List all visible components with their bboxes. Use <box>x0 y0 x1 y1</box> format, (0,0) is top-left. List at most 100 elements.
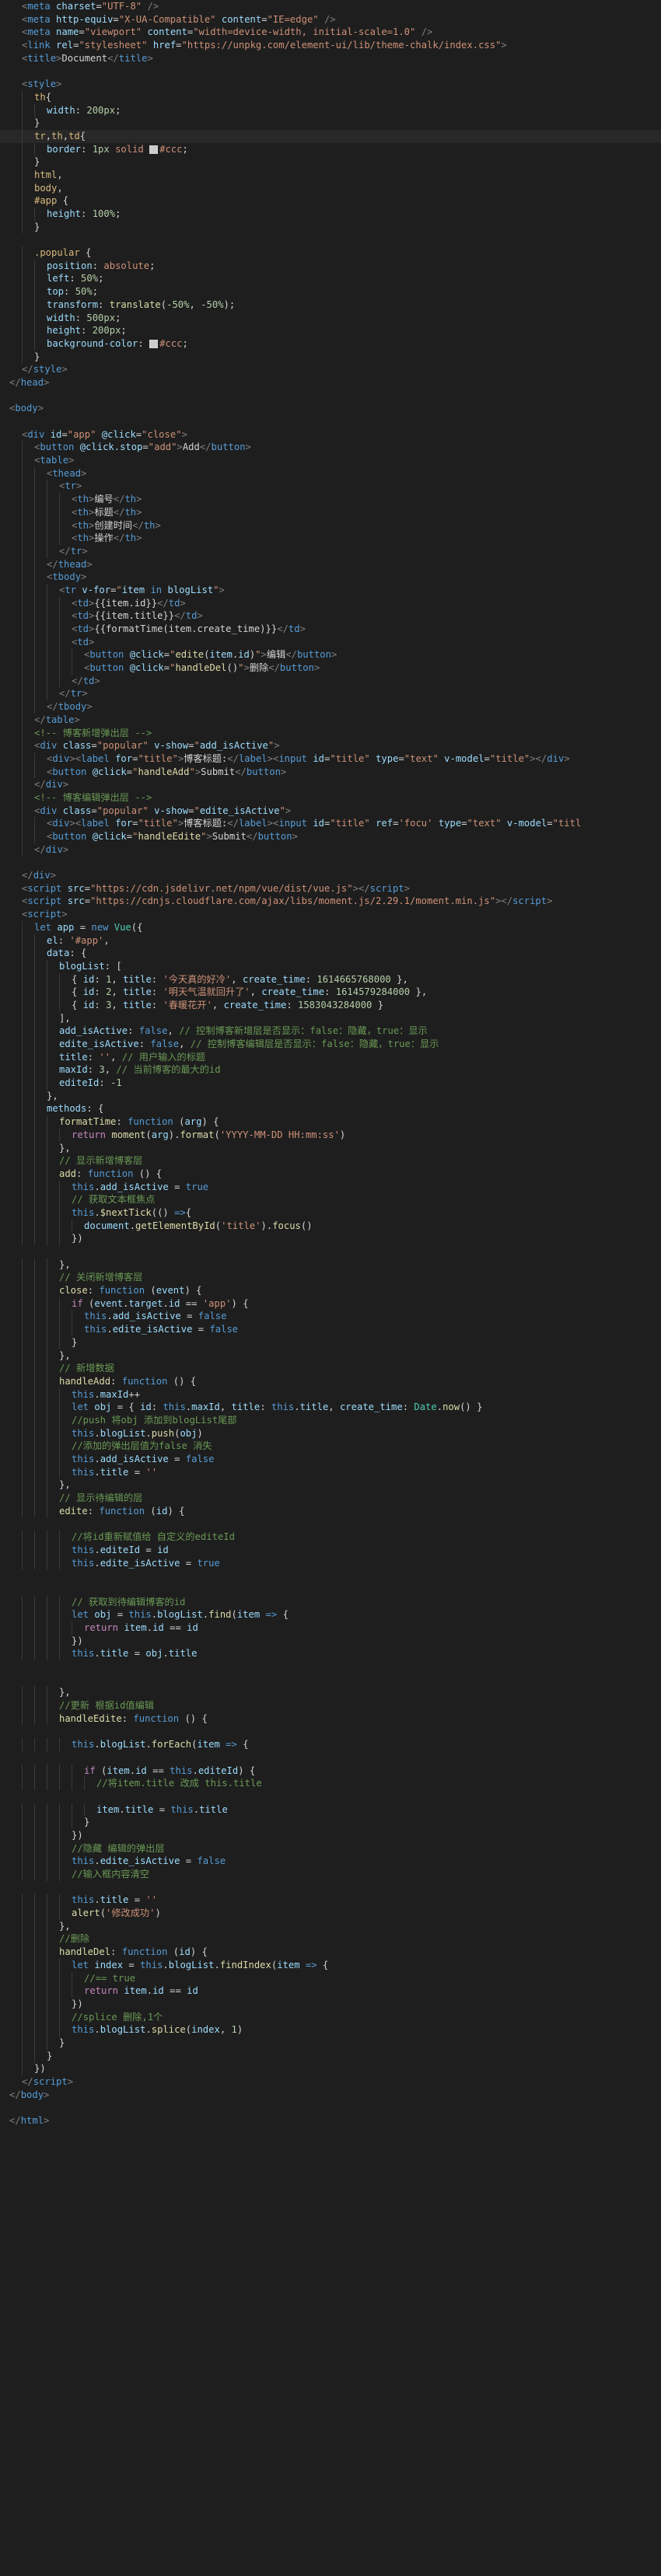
code-line[interactable]: <button @click="handleDel()">删除</button> <box>0 661 661 675</box>
code-line[interactable]: <div><label for="title">博客标题:</label><in… <box>0 752 661 766</box>
code-line[interactable]: //删除 <box>0 1932 661 1946</box>
code-line[interactable]: <meta name="viewport" content="width=dev… <box>0 26 661 39</box>
code-line[interactable]: // 关闭新增博客层 <box>0 1271 661 1285</box>
code-line[interactable]: this.editeId = id <box>0 1543 661 1557</box>
code-line[interactable]: <th>标题</th> <box>0 505 661 519</box>
code-line[interactable]: th{ <box>0 90 661 104</box>
code-line[interactable]: maxId: 3, // 当前博客的最大的id <box>0 1063 661 1077</box>
code-line[interactable]: </div> <box>0 778 661 791</box>
code-line[interactable]: </div> <box>0 843 661 857</box>
code-line[interactable]: } <box>0 1335 661 1349</box>
code-line[interactable]: <button @click.stop="add">Add</button> <box>0 441 661 455</box>
code-line[interactable]: methods: { <box>0 1102 661 1116</box>
code-line[interactable]: edite_isActive: false, // 控制博客编辑层是否显示：fa… <box>0 1038 661 1051</box>
code-line[interactable]: let obj = { id: this. maxId, title: this.… <box>0 1401 661 1414</box>
code-line[interactable] <box>0 1790 661 1803</box>
code-line[interactable]: //输入框内容清空 <box>0 1868 661 1881</box>
code-line[interactable] <box>0 389 661 403</box>
code-line[interactable]: <!-- 博客编辑弹出层 --> <box>0 791 661 805</box>
code-line[interactable]: <div><label for="title">博客标题:</label><in… <box>0 817 661 830</box>
code-line[interactable]: //更新 根据id值编辑 <box>0 1699 661 1712</box>
code-line[interactable]: alert('修改成功') <box>0 1907 661 1920</box>
code-line[interactable]: this.$nextTick(() =>{ <box>0 1206 661 1220</box>
code-line[interactable]: left: 50%; <box>0 272 661 286</box>
code-line[interactable]: title: '', // 用户输入的标题 <box>0 1050 661 1064</box>
code-line[interactable]: //将item.title 改成 this.title <box>0 1777 661 1790</box>
code-line[interactable]: <meta charset="UTF-8" /> <box>0 0 661 13</box>
code-line[interactable]: this.blogList.splice(index, 1) <box>0 2023 661 2037</box>
code-line[interactable]: // 显示新增博客层 <box>0 1154 661 1168</box>
code-line[interactable]: }) <box>0 1828 661 1842</box>
code-line[interactable] <box>0 1725 661 1738</box>
code-line[interactable]: this.edite_isActive = false <box>0 1323 661 1336</box>
code-line[interactable]: }, <box>0 1141 661 1155</box>
code-line[interactable]: </tr> <box>0 544 661 558</box>
code-line[interactable]: } <box>0 220 661 234</box>
code-line[interactable]: }, <box>0 1349 661 1363</box>
code-line[interactable]: height: 100%; <box>0 208 661 221</box>
code-line[interactable]: border: 1px solid #ccc; <box>0 142 661 156</box>
code-line[interactable]: //push 将obj 添加到blogList尾部 <box>0 1413 661 1427</box>
code-line[interactable]: </head> <box>0 376 661 389</box>
code-line[interactable]: <td> <box>0 635 661 649</box>
code-line[interactable]: //== true <box>0 1971 661 1985</box>
code-line[interactable]: <th>创建时间</th> <box>0 518 661 532</box>
code-line[interactable]: top: 50%; <box>0 285 661 298</box>
code-line[interactable]: </html> <box>0 2114 661 2127</box>
code-line[interactable]: <th>操作</th> <box>0 532 661 545</box>
code-line[interactable]: //splice 删除,1个 <box>0 2010 661 2024</box>
code-line[interactable] <box>0 233 661 246</box>
code-line[interactable]: body, <box>0 181 661 195</box>
code-line[interactable]: html, <box>0 168 661 182</box>
code-line[interactable]: </thead> <box>0 557 661 571</box>
code-line[interactable] <box>0 1517 661 1531</box>
code-line[interactable]: </tr> <box>0 687 661 701</box>
code-line[interactable]: tr,th,td{ <box>0 129 661 143</box>
code-line[interactable]: </td> <box>0 674 661 688</box>
code-line[interactable]: <script src="https://cdn.jsdelivr.net/np… <box>0 882 661 895</box>
code-line[interactable] <box>0 1583 661 1596</box>
code-line[interactable]: <tbody> <box>0 571 661 584</box>
code-line[interactable]: handleAdd: function () { <box>0 1374 661 1388</box>
code-line[interactable]: <button @click="handleAdd">Submit</butto… <box>0 765 661 779</box>
code-line[interactable]: <thead> <box>0 466 661 480</box>
code-line[interactable]: </table> <box>0 713 661 727</box>
code-line[interactable]: <div class="popular" v-show="edite_isAct… <box>0 804 661 818</box>
code-line[interactable]: blogList: [ <box>0 959 661 973</box>
code-line[interactable]: }) <box>0 1232 661 1245</box>
code-line[interactable]: // 获取文本框焦点 <box>0 1193 661 1206</box>
code-line[interactable]: <th>编号</th> <box>0 493 661 506</box>
code-line[interactable]: <script> <box>0 908 661 921</box>
code-line[interactable]: //将id重新赋值给 自定义的editeId <box>0 1531 661 1544</box>
code-line[interactable]: } <box>0 2049 661 2063</box>
code-line[interactable]: } <box>0 1816 661 1829</box>
code-line[interactable] <box>0 1660 661 1674</box>
code-line[interactable]: item.title = this.title <box>0 1803 661 1817</box>
code-line[interactable]: } <box>0 2036 661 2050</box>
code-line[interactable]: <td>{{item.id}}</td> <box>0 596 661 610</box>
code-line[interactable]: }, <box>0 1478 661 1492</box>
code-line[interactable]: } <box>0 155 661 169</box>
code-line[interactable]: // 显示待编辑的层 <box>0 1492 661 1505</box>
code-line[interactable]: width: 200px; <box>0 103 661 117</box>
code-line[interactable]: this.title = '' <box>0 1465 661 1479</box>
code-line[interactable]: <div id="app" @click="close"> <box>0 428 661 442</box>
code-line[interactable]: transform: translate(-50%, -50%); <box>0 298 661 312</box>
code-line[interactable] <box>0 1881 661 1894</box>
code-line[interactable]: data: { <box>0 947 661 960</box>
code-line[interactable]: editeId: -1 <box>0 1077 661 1090</box>
code-line[interactable]: this.maxId++ <box>0 1387 661 1401</box>
code-line[interactable]: <meta http-equiv="X-UA-Compatible" conte… <box>0 13 661 26</box>
code-line[interactable]: background-color: #ccc; <box>0 337 661 351</box>
code-line[interactable] <box>0 856 661 869</box>
code-line[interactable]: //添加的弹出层值为false 消失 <box>0 1440 661 1453</box>
code-line[interactable]: this.edite_isActive = false <box>0 1855 661 1868</box>
code-line[interactable]: </script> <box>0 2075 661 2089</box>
code-line[interactable]: edite: function (id) { <box>0 1504 661 1518</box>
code-line[interactable]: this.blogList.push(obj) <box>0 1426 661 1440</box>
code-line[interactable]: return item.id == id <box>0 1621 661 1635</box>
color-swatch[interactable] <box>149 339 159 348</box>
code-line[interactable]: // 获取到待编辑博客的id <box>0 1595 661 1609</box>
code-line[interactable]: return item.id == id <box>0 1984 661 1998</box>
code-line[interactable]: }) <box>0 1997 661 2011</box>
